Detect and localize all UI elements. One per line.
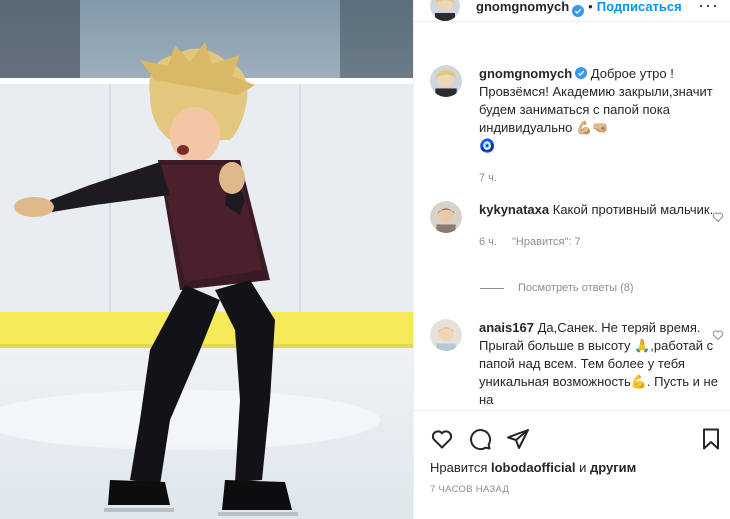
- caption-time[interactable]: 7 ч.: [479, 172, 497, 184]
- follow-button[interactable]: Подписаться: [597, 0, 682, 14]
- separator-dot: •: [588, 0, 593, 14]
- post-actions: Нравится lobodaofficial и другим 7 ЧАСОВ…: [414, 410, 730, 519]
- author-username[interactable]: gnomgnomych: [476, 0, 569, 14]
- more-options-icon[interactable]: ···: [698, 0, 719, 16]
- comment-text: Какой противный мальчик.: [552, 202, 714, 217]
- author-avatar[interactable]: [430, 0, 460, 21]
- comment-item: anais167 Да,Санек. Не теряй время. Прыга…: [430, 319, 724, 409]
- commenter-avatar[interactable]: [430, 319, 462, 351]
- comment-body: kykynataxa Какой противный мальчик. 6 ч.…: [479, 201, 719, 251]
- comment-item: kykynataxa Какой противный мальчик. 6 ч.…: [430, 201, 724, 251]
- view-replies-label: Посмотреть ответы (8): [518, 282, 634, 294]
- caption-body: gnomgnomych Доброе утро ! Провзёмся! Ака…: [479, 65, 719, 187]
- comment-meta: 6 ч. "Нравится": 7: [479, 233, 719, 251]
- caption-meta: 7 ч.: [479, 169, 719, 187]
- post-photo[interactable]: [0, 0, 413, 519]
- pray-emoji: 🙏: [634, 338, 651, 353]
- bookmark-icon[interactable]: [699, 427, 723, 451]
- commenter-avatar[interactable]: [430, 201, 462, 233]
- author-avatar[interactable]: [430, 65, 462, 97]
- comment-time[interactable]: 6 ч.: [479, 236, 497, 248]
- action-icons: [430, 427, 544, 451]
- muscle-emoji: 💪: [630, 374, 647, 389]
- heart-icon[interactable]: [430, 427, 454, 451]
- likes-summary: Нравится lobodaofficial и другим: [430, 460, 636, 475]
- post-sidebar: gnomgnomych • Подписаться ··· gnomgnomyc…: [413, 0, 730, 519]
- comment-username[interactable]: anais167: [479, 320, 534, 335]
- comment-likes[interactable]: "Нравится": 7: [512, 236, 581, 248]
- comment-icon[interactable]: [468, 427, 492, 451]
- skater-image: [0, 0, 413, 519]
- comment-body: anais167 Да,Санек. Не теряй время. Прыга…: [479, 319, 719, 409]
- likes-user[interactable]: lobodaofficial: [491, 460, 576, 475]
- share-icon[interactable]: [506, 427, 530, 451]
- comments-list[interactable]: gnomgnomych Доброе утро ! Провзёмся! Ака…: [414, 23, 730, 410]
- likes-others[interactable]: другим: [590, 460, 636, 475]
- post-header: gnomgnomych • Подписаться ···: [414, 0, 730, 22]
- caption-emoji: 🧿: [479, 138, 496, 153]
- verified-icon: [575, 67, 588, 79]
- caption-item: gnomgnomych Доброе утро ! Провзёмся! Ака…: [430, 65, 720, 187]
- post-timestamp[interactable]: 7 ЧАСОВ НАЗАД: [430, 484, 509, 495]
- comment-like-icon[interactable]: [712, 211, 724, 223]
- replies-divider: [480, 287, 504, 289]
- comment-username[interactable]: kykynataxa: [479, 202, 549, 217]
- comment-like-icon[interactable]: [712, 329, 724, 341]
- view-replies-button[interactable]: Посмотреть ответы (8): [480, 282, 634, 294]
- verified-icon: [572, 4, 585, 17]
- caption-username[interactable]: gnomgnomych: [479, 66, 572, 81]
- likes-prefix: Нравится: [430, 460, 488, 475]
- likes-middle: и: [579, 460, 587, 475]
